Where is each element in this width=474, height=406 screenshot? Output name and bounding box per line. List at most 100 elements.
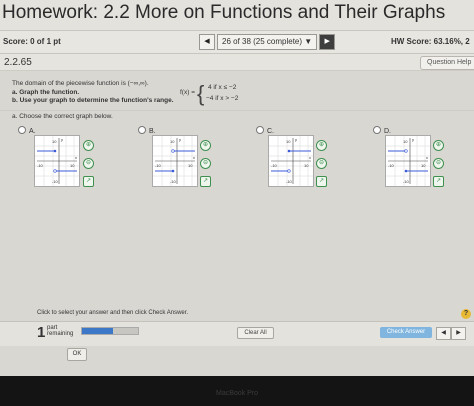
option-c[interactable]: C. [256, 126, 274, 135]
parts-label-line-2: remaining [47, 331, 74, 337]
graph-b-plot: y x 10 -10 10 -10 [153, 136, 197, 186]
x-axis-label: x [75, 155, 77, 160]
tick-label-bottom: -10 [286, 179, 293, 184]
tick-label-right: 10 [304, 163, 309, 168]
zoom-in-icon[interactable]: ⊕ [83, 140, 94, 151]
problem-text: The domain of the piecewise function is … [12, 80, 177, 106]
clear-all-button[interactable]: Clear All [237, 327, 274, 339]
open-graph-icon[interactable]: ↗ [83, 176, 94, 187]
function-name: f(x) = [180, 89, 195, 96]
part-a-prompt: a. Choose the correct graph below. [12, 113, 113, 120]
tick-label-right: 10 [421, 163, 426, 168]
piecewise-brace: { [197, 81, 205, 106]
graph-endpoint [171, 149, 175, 153]
question-bar: 2.2.65 Question Help [0, 54, 474, 71]
tick-label-bottom: -10 [52, 179, 59, 184]
info-icon[interactable]: ? [461, 309, 471, 319]
problem-part-a: a. Graph the function. [12, 88, 80, 96]
option-b-label: B. [149, 128, 156, 135]
question-navigation: ◀ 26 of 38 (25 complete) ▼ ▶ [199, 33, 336, 50]
next-question-button[interactable]: ▶ [319, 33, 336, 50]
radio-button-b[interactable] [138, 126, 146, 134]
option-d[interactable]: D. [373, 126, 391, 135]
x-axis-label: x [309, 155, 311, 160]
check-answer-button[interactable]: Check Answer [380, 327, 432, 338]
tick-label-bottom: -10 [170, 179, 177, 184]
piecewise-case-2: −4 if x > −2 [206, 95, 239, 102]
previous-part-button[interactable]: ◀ [436, 327, 451, 340]
instruction-text: Click to select your answer and then cli… [37, 310, 189, 316]
tick-label-left: -10 [271, 163, 278, 168]
tick-label-left: -10 [37, 163, 44, 168]
score-bar: Score: 0 of 1 pt ◀ 26 of 38 (25 complete… [0, 30, 474, 54]
ok-button[interactable]: OK [67, 348, 87, 361]
graph-a[interactable]: y x 10 -10 10 -10 [34, 135, 80, 187]
graph-c-plot: y x 10 -10 10 -10 [269, 136, 313, 186]
piecewise-case-1: 4 if x ≤ −2 [208, 84, 237, 91]
tick-label-right: 10 [70, 163, 75, 168]
question-selector[interactable]: 26 of 38 (25 complete) ▼ [217, 33, 318, 50]
option-d-label: D. [384, 128, 391, 135]
option-a-label: A. [29, 128, 36, 135]
tick-label-left: -10 [388, 163, 395, 168]
graph-endpoint [404, 149, 408, 153]
radio-button-d[interactable] [373, 126, 381, 134]
zoom-out-icon[interactable]: ⊖ [83, 158, 94, 169]
previous-question-button[interactable]: ◀ [199, 33, 215, 50]
graph-c[interactable]: y x 10 -10 10 -10 [268, 135, 314, 187]
graph-d-plot: y x 10 -10 10 -10 [386, 136, 430, 186]
zoom-out-icon[interactable]: ⊖ [433, 158, 444, 169]
tick-label-bottom: -10 [403, 179, 410, 184]
radio-button-a[interactable] [18, 126, 26, 134]
homework-page: Homework: 2.2 More on Functions and Thei… [0, 0, 474, 406]
zoom-out-icon[interactable]: ⊖ [316, 158, 327, 169]
next-part-button[interactable]: ▶ [451, 327, 466, 340]
option-b[interactable]: B. [138, 126, 156, 135]
progress-bar [81, 327, 139, 335]
graph-endpoint [53, 169, 57, 173]
tick-label-right: 10 [188, 163, 193, 168]
zoom-out-icon[interactable]: ⊖ [200, 158, 211, 169]
graph-a-plot: y x 10 -10 10 -10 [35, 136, 79, 186]
open-graph-icon[interactable]: ↗ [316, 176, 327, 187]
graph-b[interactable]: y x 10 -10 10 -10 [152, 135, 198, 187]
graph-endpoint [171, 169, 175, 173]
question-counter: 26 of 38 (25 complete) [222, 36, 303, 46]
y-axis-label: y [179, 137, 181, 142]
problem-intro: The domain of the piecewise function is … [12, 80, 149, 87]
open-graph-icon[interactable]: ↗ [200, 176, 211, 187]
x-axis-label: x [426, 155, 428, 160]
graph-d[interactable]: y x 10 -10 10 -10 [385, 135, 431, 187]
page-title: Homework: 2.2 More on Functions and Thei… [2, 2, 446, 23]
parts-remaining-count: 1 [37, 324, 46, 341]
tick-label-top: 10 [286, 139, 291, 144]
radio-button-c[interactable] [256, 126, 264, 134]
laptop-brand-label: MacBook Pro [215, 390, 259, 397]
tick-label-left: -10 [155, 163, 162, 168]
graph-endpoint [287, 169, 291, 173]
homework-score: HW Score: 63.16%, 2 [391, 37, 470, 46]
zoom-in-icon[interactable]: ⊕ [316, 140, 327, 151]
progress-fill [82, 328, 113, 334]
tick-label-top: 10 [170, 139, 175, 144]
graph-endpoint [53, 149, 57, 153]
question-number: 2.2.65 [4, 57, 32, 68]
open-graph-icon[interactable]: ↗ [433, 176, 444, 187]
option-a[interactable]: A. [18, 126, 36, 135]
tick-label-top: 10 [52, 139, 57, 144]
y-axis-label: y [61, 137, 63, 142]
y-axis-label: y [295, 137, 297, 142]
graph-endpoint [287, 149, 291, 153]
zoom-in-icon[interactable]: ⊕ [433, 140, 444, 151]
tick-label-top: 10 [403, 139, 408, 144]
parts-remaining-label: part remaining [47, 325, 73, 337]
problem-part-b: b. Use your graph to determine the funct… [12, 97, 174, 104]
graph-endpoint [404, 169, 408, 173]
chevron-down-icon: ▼ [304, 36, 313, 46]
y-axis-label: y [412, 137, 414, 142]
zoom-in-icon[interactable]: ⊕ [200, 140, 211, 151]
option-c-label: C. [267, 128, 274, 135]
title-bar: Homework: 2.2 More on Functions and Thei… [0, 0, 474, 30]
question-help-button[interactable]: Question Help [420, 56, 474, 70]
question-score: Score: 0 of 1 pt [3, 37, 61, 46]
